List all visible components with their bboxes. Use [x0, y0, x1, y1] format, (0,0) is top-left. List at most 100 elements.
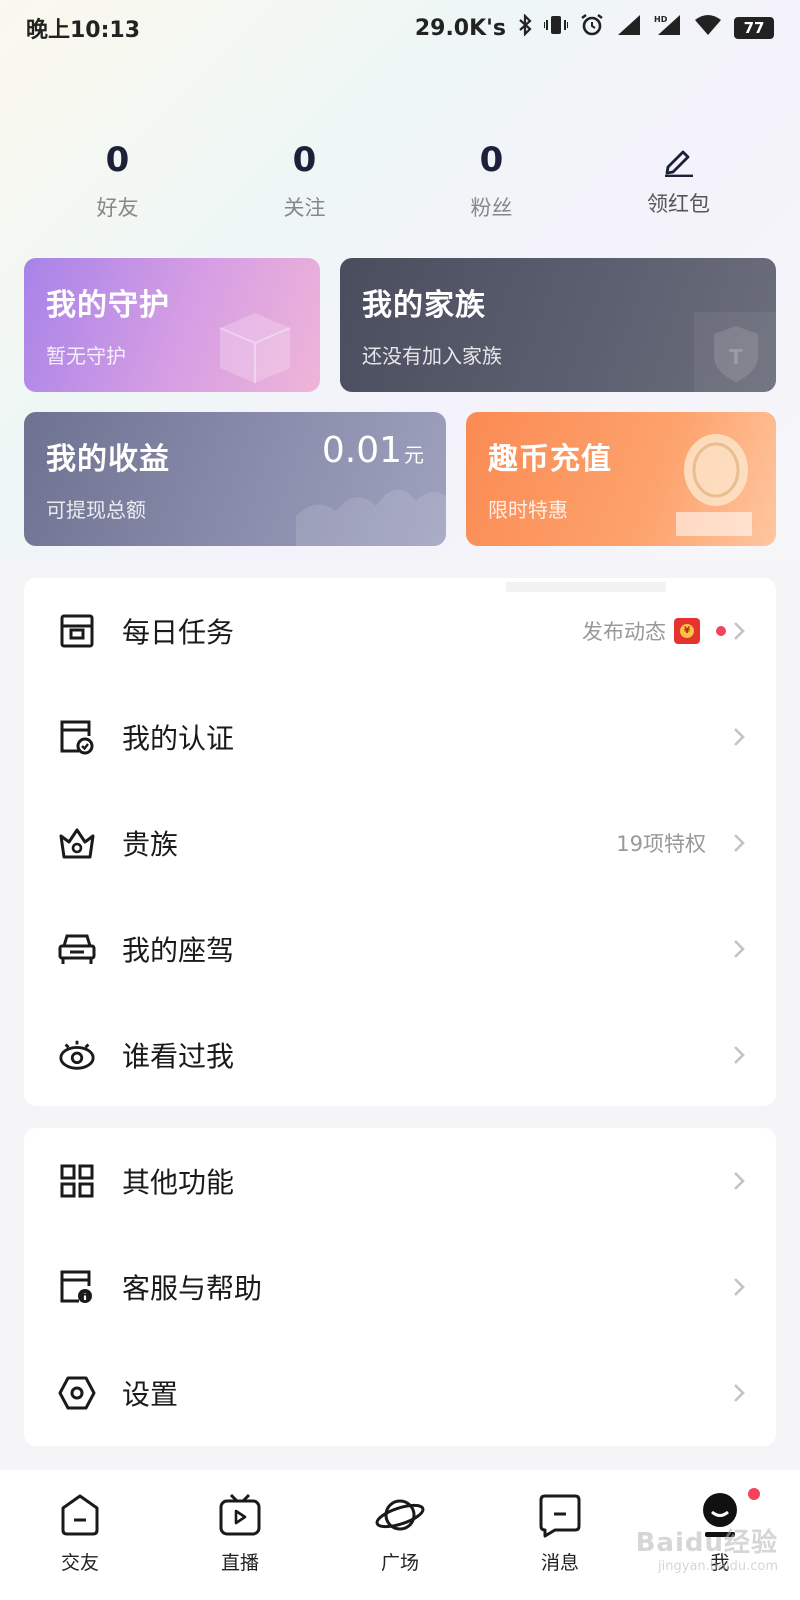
menu-group-main: 每日任务 发布动态 ¥ 我的认证 贵族 19项特权 我的座驾 谁看过我	[24, 578, 776, 1106]
chevron-right-icon	[734, 834, 745, 852]
car-icon	[58, 930, 96, 968]
pencil-icon	[585, 140, 772, 180]
fans-label: 粉丝	[470, 196, 513, 220]
my-guard-card[interactable]: 我的守护 暂无守护	[24, 258, 320, 392]
watermark: Baidu经验 jingyan.baidu.com	[636, 1522, 778, 1574]
friends-stat[interactable]: 0 好友	[24, 140, 211, 230]
notification-dot	[748, 1488, 760, 1500]
network-speed: 29.0K's	[414, 15, 506, 41]
red-envelope-icon: ¥	[674, 618, 700, 644]
daily-task-extra: 发布动态	[582, 620, 666, 644]
watermark-sub: jingyan.baidu.com	[658, 1559, 778, 1574]
status-time: 晚上10:13	[26, 18, 141, 43]
menu-item-daily-task[interactable]: 每日任务 发布动态 ¥	[24, 578, 776, 684]
menu-item-help[interactable]: 客服与帮助	[24, 1234, 776, 1340]
income-value: 0.01	[321, 430, 402, 471]
daily-task-hint: 发布动态 ¥	[582, 616, 726, 646]
menu-item-certification[interactable]: 我的认证	[24, 684, 776, 790]
grid-icon	[58, 1162, 96, 1200]
red-packet-label: 领红包	[647, 192, 710, 216]
coin-recharge-card[interactable]: 趣币充值 限时特惠	[466, 412, 776, 546]
status-icons: 29.0K's HD 77	[415, 13, 774, 43]
task-icon	[58, 612, 96, 650]
nav-messages-label: 消息	[540, 1552, 579, 1574]
chevron-container	[732, 1002, 746, 1108]
my-income-card[interactable]: 我的收益 可提现总额 0.01 元	[24, 412, 446, 546]
income-amount: 0.01 元	[322, 430, 424, 471]
menu-item-vehicle[interactable]: 我的座驾	[24, 896, 776, 1002]
notification-dot	[716, 626, 726, 636]
menu-item-settings[interactable]: 设置	[24, 1340, 776, 1446]
following-label: 关注	[283, 196, 326, 220]
eye-icon	[58, 1036, 96, 1074]
wifi-icon	[694, 14, 722, 42]
settings-label: 设置	[122, 1378, 179, 1411]
signal-icon	[616, 14, 642, 42]
fans-count: 0	[479, 140, 504, 180]
menu-item-visitors[interactable]: 谁看过我	[24, 1002, 776, 1108]
bluetooth-icon	[518, 13, 532, 42]
menu-group-more: 其他功能 客服与帮助 设置	[24, 1128, 776, 1446]
red-packet-button[interactable]: 领红包	[585, 140, 772, 230]
status-bar: 晚上10:13 29.0K's HD 77	[0, 0, 800, 56]
menu-item-nobility[interactable]: 贵族 19项特权	[24, 790, 776, 896]
income-subtitle: 可提现总额	[46, 498, 146, 522]
income-unit: 元	[404, 443, 424, 467]
planet-icon	[375, 1499, 425, 1531]
certification-label: 我的认证	[122, 722, 235, 755]
battery-icon: 77	[734, 17, 774, 39]
nobility-right: 19项特权	[616, 790, 746, 896]
vehicle-label: 我的座驾	[122, 934, 235, 967]
following-stat[interactable]: 0 关注	[211, 140, 398, 230]
friends-label: 好友	[96, 196, 139, 220]
guard-subtitle: 暂无守护	[46, 344, 126, 368]
my-family-card[interactable]: T 我的家族 还没有加入家族	[340, 258, 776, 392]
friends-count: 0	[105, 140, 130, 180]
chevron-container	[732, 578, 746, 684]
nav-messages[interactable]: 消息	[480, 1470, 640, 1600]
nobility-extra: 19项特权	[616, 832, 706, 856]
alarm-icon	[580, 13, 604, 43]
nav-live-label: 直播	[220, 1552, 259, 1574]
visitors-label: 谁看过我	[122, 1040, 235, 1073]
live-tv-icon	[219, 1493, 261, 1536]
recharge-subtitle: 限时特惠	[488, 498, 568, 522]
chevron-right-icon	[734, 1046, 745, 1064]
menu-item-other[interactable]: 其他功能	[24, 1128, 776, 1234]
message-icon	[539, 1494, 581, 1538]
vibrate-icon	[543, 14, 569, 42]
daily-task-label: 每日任务	[122, 616, 235, 649]
watermark-text: Baidu经验	[635, 1528, 778, 1558]
chevron-right-icon	[734, 1384, 745, 1402]
chevron-container	[732, 896, 746, 1002]
nobility-label: 贵族	[122, 828, 179, 861]
following-count: 0	[292, 140, 317, 180]
other-label: 其他功能	[122, 1166, 235, 1199]
crown-icon	[58, 824, 96, 862]
help-label: 客服与帮助	[122, 1272, 263, 1305]
friends-tab-icon	[61, 1494, 99, 1536]
nav-square-label: 广场	[380, 1552, 419, 1574]
help-icon	[58, 1268, 96, 1306]
chevron-right-icon	[734, 1172, 745, 1190]
chevron-container	[732, 1340, 746, 1446]
nav-square[interactable]: 广场	[320, 1470, 480, 1600]
hd-signal-icon: HD	[654, 14, 682, 42]
settings-icon	[58, 1374, 96, 1412]
family-subtitle: 还没有加入家族	[362, 344, 502, 368]
chevron-container	[732, 1234, 746, 1340]
svg-text:HD: HD	[654, 15, 668, 24]
certificate-icon	[58, 718, 96, 756]
chevron-container	[732, 1128, 746, 1234]
chevron-right-icon	[734, 940, 745, 958]
chevron-container	[732, 684, 746, 790]
nav-live[interactable]: 直播	[160, 1470, 320, 1600]
nav-friends-label: 交友	[60, 1552, 99, 1574]
stats-row: 0 好友 0 关注 0 粉丝 领红包	[0, 140, 800, 230]
chevron-right-icon	[734, 728, 745, 746]
chevron-right-icon	[734, 1278, 745, 1296]
chevron-right-icon	[734, 622, 745, 640]
fans-stat[interactable]: 0 粉丝	[398, 140, 585, 230]
task-previous-line	[506, 582, 666, 592]
nav-friends[interactable]: 交友	[0, 1470, 160, 1600]
